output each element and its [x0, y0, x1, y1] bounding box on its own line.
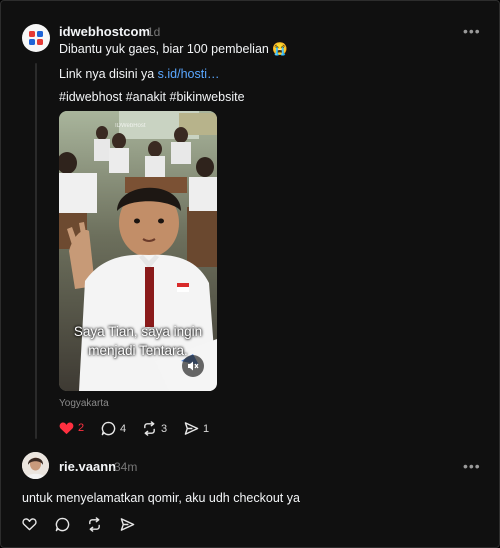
reply-time: 34m [114, 460, 138, 474]
send-icon [120, 518, 135, 531]
repost-button[interactable]: 3 [142, 421, 167, 436]
thread-card: idwebhostcom 1d ••• Dibantu yuk gaes, bi… [0, 0, 500, 548]
share-count: 1 [203, 422, 210, 435]
speaker-muted-icon [188, 361, 199, 371]
idwebhost-logo-icon [29, 31, 43, 45]
post-link-prefix: Link nya disini ya [59, 67, 158, 81]
reply-share-button[interactable] [120, 517, 135, 532]
speech-bubble-icon [55, 517, 70, 532]
repost-icon [89, 517, 100, 532]
reply-repost-button[interactable] [87, 517, 102, 532]
post-location[interactable]: Yogyakarta [59, 398, 109, 409]
post-more-button[interactable]: ••• [463, 23, 481, 39]
heart-outline-icon [22, 518, 37, 531]
share-button[interactable]: 1 [184, 421, 209, 436]
post-text-line2: Link nya disini ya s.id/hosti… [59, 67, 220, 81]
reply-comment-button[interactable] [55, 517, 70, 532]
post-time: 1d [147, 25, 161, 39]
post-video[interactable]: IDWebHost Saya Tian, saya ingin menjadi … [59, 111, 217, 391]
reply-more-button[interactable]: ••• [463, 458, 481, 474]
like-count: 2 [78, 422, 85, 434]
repost-count: 3 [161, 422, 168, 435]
thread-line [35, 63, 37, 439]
send-icon [184, 422, 199, 435]
post-hashtags[interactable]: #idwebhost #anakit #bikinwebsite [59, 90, 245, 104]
repost-icon [144, 421, 155, 436]
svg-text:IDWebHost: IDWebHost [115, 123, 146, 129]
post-link[interactable]: s.id/hosti… [158, 67, 220, 81]
reply-like-button[interactable] [22, 517, 37, 531]
video-caption-line1: Saya Tian, saya ingin [73, 324, 203, 339]
reply-avatar[interactable] [22, 452, 49, 479]
speech-bubble-icon [101, 421, 116, 436]
heart-icon [59, 422, 74, 435]
reply-username[interactable]: rie.vaann [59, 459, 116, 474]
user-photo-icon [22, 452, 49, 479]
mute-button[interactable] [182, 355, 204, 377]
reply-text: untuk menyelamatkan qomir, aku udh check… [22, 491, 300, 505]
comment-button[interactable]: 4 [101, 421, 126, 436]
post-text-line1: Dibantu yuk gaes, biar 100 pembelian 😭 [59, 42, 288, 56]
post-username[interactable]: idwebhostcom [59, 24, 150, 39]
comment-count: 4 [120, 422, 127, 435]
like-button[interactable]: 2 [59, 421, 84, 435]
idwebhost-avatar[interactable] [22, 24, 50, 52]
